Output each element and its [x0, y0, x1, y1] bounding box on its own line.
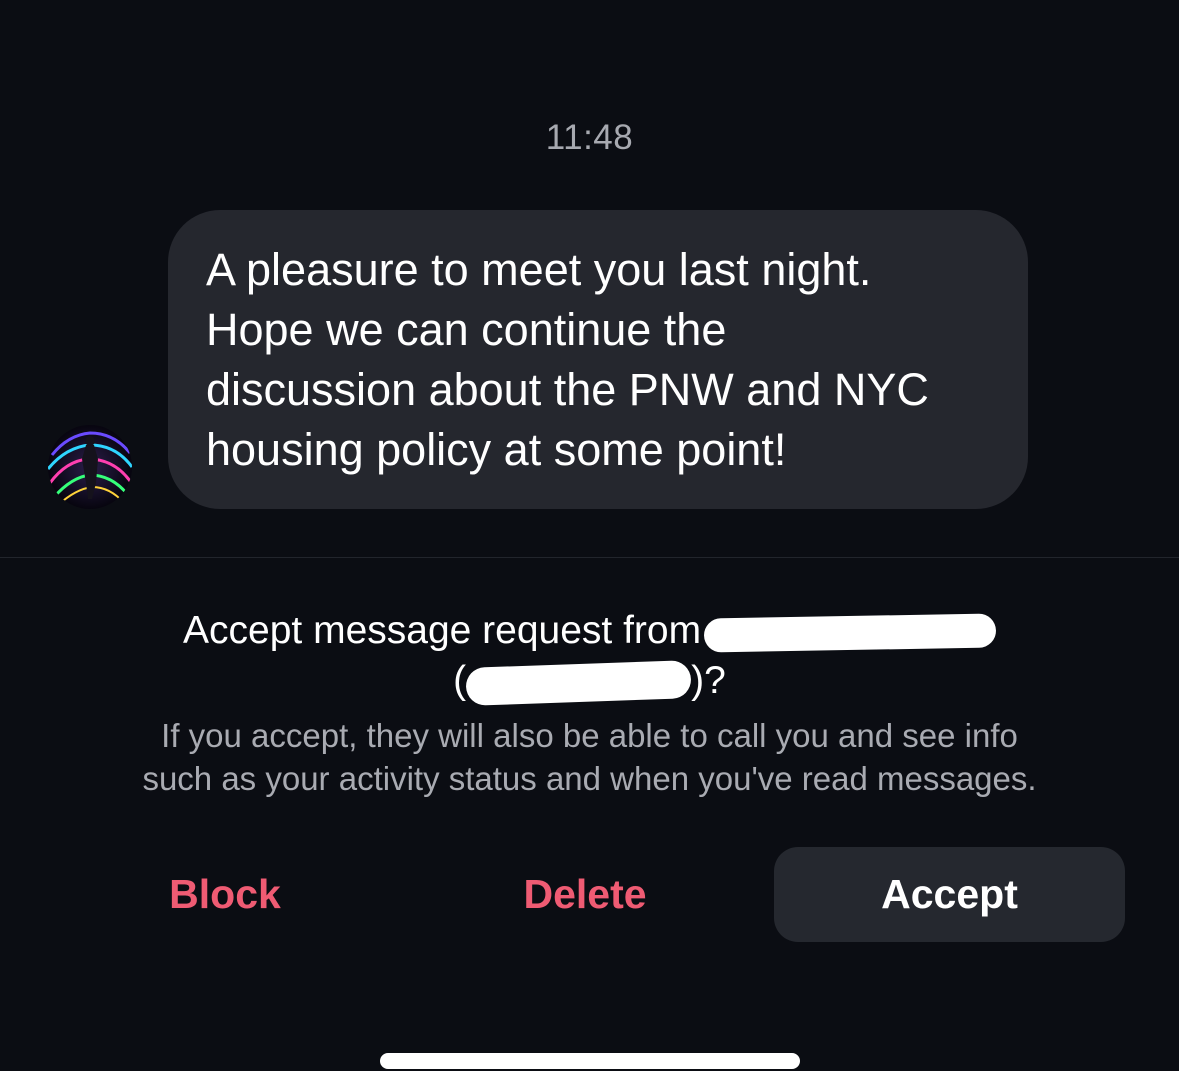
request-title-line1: Accept message request from — [0, 606, 1179, 656]
block-button[interactable]: Block — [60, 847, 390, 942]
message-line: A pleasure to meet you last night. — [206, 244, 872, 295]
request-title-text: Accept message request from — [183, 609, 702, 652]
message-timestamp: 11:48 — [545, 118, 634, 157]
message-line: discussion about the PNW and NYC — [206, 364, 929, 415]
request-subtitle-line: such as your activity status and when yo… — [142, 760, 1037, 797]
request-subtitle-line: If you accept, they will also be able to… — [161, 717, 1018, 754]
request-subtitle: If you accept, they will also be able to… — [0, 714, 1179, 800]
redacted-handle — [465, 659, 692, 706]
message-line: Hope we can continue the — [206, 304, 727, 355]
accept-button[interactable]: Accept — [774, 847, 1125, 942]
divider — [0, 557, 1179, 558]
message-line: housing policy at some point! — [206, 424, 787, 475]
home-indicator[interactable] — [380, 1053, 800, 1069]
handle-open-paren: ( — [453, 659, 467, 702]
message-bubble[interactable]: A pleasure to meet you last night. Hope … — [168, 210, 1028, 509]
avatar-photo-icon — [48, 425, 132, 509]
redacted-name — [703, 613, 997, 653]
request-title-line2: ()? — [0, 656, 1179, 706]
request-title: Accept message request from ()? — [0, 606, 1179, 706]
handle-close-paren: )? — [691, 659, 726, 702]
sender-avatar[interactable] — [48, 425, 132, 509]
delete-button[interactable]: Delete — [420, 847, 750, 942]
